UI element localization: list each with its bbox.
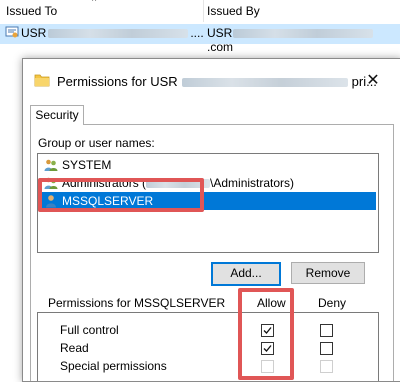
issued-by-text: USR — [207, 26, 233, 40]
list-item-system[interactable]: SYSTEM — [40, 156, 376, 174]
cert-issued-to-value: USR.... — [21, 26, 204, 40]
remove-button[interactable]: Remove — [291, 262, 365, 284]
redacted-text — [233, 29, 374, 39]
permission-name-read: Read — [60, 341, 89, 355]
list-item-label: SYSTEM — [62, 158, 112, 172]
dialog-title: Permissions for USR pri... — [57, 74, 377, 89]
highlight-allow-column-box — [238, 288, 294, 380]
administrators-label-tail: \Administrators) — [210, 176, 295, 190]
issued-to-ellipsis: .... — [190, 26, 204, 40]
permission-name-full-control: Full control — [60, 323, 119, 337]
deny-full-control-checkbox[interactable] — [320, 324, 333, 337]
column-header-issued-by[interactable]: Issued By — [207, 4, 260, 18]
cert-issued-by-value: USR.com — [207, 26, 400, 54]
issued-to-text: USR — [21, 26, 47, 40]
cert-list-header — [0, 0, 400, 22]
highlight-mssqlserver-box — [38, 178, 204, 212]
column-separator[interactable] — [203, 0, 204, 22]
add-button[interactable]: Add... — [211, 262, 281, 286]
permission-name-special: Special permissions — [60, 359, 167, 373]
deny-column-header: Deny — [318, 296, 347, 310]
issued-by-suffix: .com — [207, 40, 234, 54]
dialog-title-prefix: Permissions for USR — [57, 74, 178, 89]
redacted-text — [48, 29, 189, 39]
user-group-icon — [44, 159, 58, 171]
folder-icon — [34, 74, 50, 87]
redacted-text — [181, 78, 348, 88]
certificate-icon — [5, 26, 19, 38]
deny-read-checkbox[interactable] — [320, 342, 333, 355]
deny-special-checkbox — [320, 360, 333, 373]
tab-security[interactable]: Security — [30, 105, 84, 125]
column-header-issued-to[interactable]: Issued To — [6, 4, 57, 18]
close-button[interactable]: ✕ — [359, 69, 387, 93]
permissions-for-label: Permissions for MSSQLSERVER — [48, 296, 226, 310]
sort-ascending-icon: ^ — [92, 0, 97, 6]
group-or-user-names-label: Group or user names: — [38, 136, 155, 150]
permissions-dialog: Permissions for USR pri... ✕ Security Gro… — [22, 58, 400, 382]
permissions-list: Full control Read Special permissions — [37, 312, 379, 381]
